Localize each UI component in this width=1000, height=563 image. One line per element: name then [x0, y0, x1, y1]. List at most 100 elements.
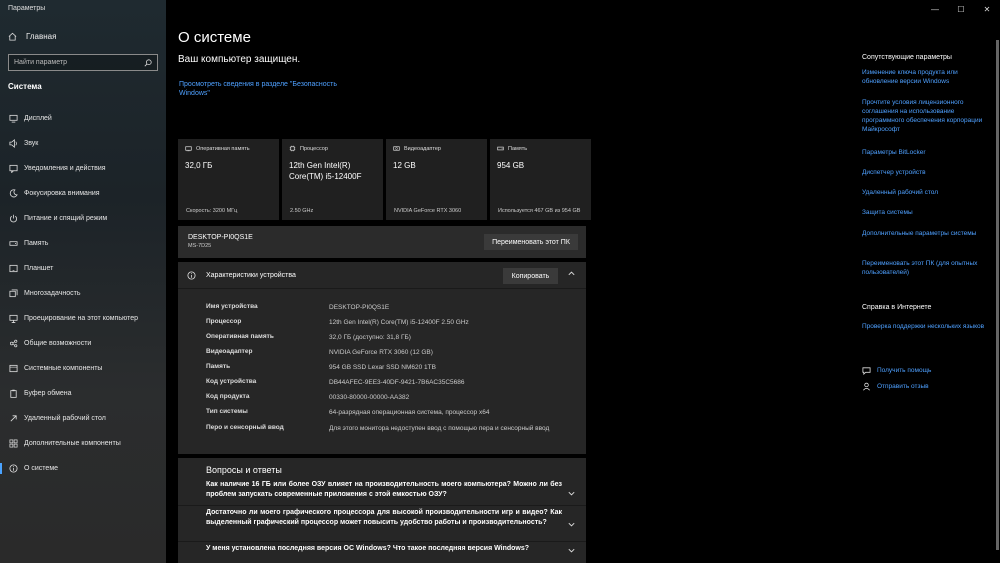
- sidebar-item-display[interactable]: Дисплей: [0, 106, 166, 131]
- close-button[interactable]: ✕: [974, 0, 1000, 18]
- sidebar-item-clipboard[interactable]: Буфер обмена: [0, 381, 166, 406]
- rename-pc-button[interactable]: Переименовать этот ПК: [484, 234, 578, 250]
- related-link[interactable]: Диспетчер устройств: [862, 168, 990, 177]
- chevron-down-icon[interactable]: [567, 489, 576, 498]
- spec-key: Память: [206, 363, 231, 370]
- spec-key: Процессор: [206, 318, 242, 325]
- spec-value: DB44AFEC-9EE3-40DF-9421-7B6AC35C5686: [329, 379, 465, 386]
- spec-row: Процессор 12th Gen Intel(R) Core(TM) i5-…: [206, 318, 569, 327]
- sidebar-item-notifications[interactable]: Уведомления и действия: [0, 156, 166, 181]
- spec-key: Код продукта: [206, 393, 250, 400]
- sidebar-item-about[interactable]: О системе: [0, 456, 166, 481]
- tablet-icon: [8, 264, 18, 274]
- sidebar: Параметры Главная Найти параметр Система…: [0, 0, 166, 563]
- maximize-button[interactable]: ☐: [948, 0, 974, 18]
- chevron-up-icon[interactable]: [567, 269, 576, 278]
- sidebar-item-label: Планшет: [24, 265, 54, 272]
- faq-question[interactable]: У меня установлена последняя версия ОС W…: [206, 544, 562, 554]
- security-link[interactable]: Просмотреть сведения в разделе "Безопасн…: [179, 80, 359, 98]
- spec-row: Оперативная память 32,0 ГБ (доступно: 31…: [206, 333, 569, 342]
- sidebar-item-label: Фокусировка внимания: [24, 190, 100, 197]
- get-help-link[interactable]: Получить помощь: [862, 366, 931, 375]
- home-link[interactable]: Главная: [8, 32, 56, 41]
- protection-status: Ваш компьютер защищен.: [178, 54, 301, 65]
- components-icon: [8, 364, 18, 374]
- moon-icon: [8, 189, 18, 199]
- related-link[interactable]: Переименовать этот ПК (для опытных польз…: [862, 259, 990, 277]
- storage-icon: [8, 239, 18, 249]
- sidebar-item-multitasking[interactable]: Многозадачность: [0, 281, 166, 306]
- device-specs-panel: Характеристики устройства Копировать Имя…: [178, 262, 586, 454]
- sidebar-item-projecting[interactable]: Проецирование на этот компьютер: [0, 306, 166, 331]
- spec-key: Тип системы: [206, 408, 248, 415]
- info-icon: [187, 270, 196, 280]
- card-header: Процессор: [289, 145, 376, 152]
- divider: [178, 505, 586, 506]
- scrollbar[interactable]: [996, 40, 999, 550]
- monitor-icon: [8, 114, 18, 124]
- cpu-card: Процессор 12th Gen Intel(R) Core(TM) i5-…: [282, 139, 383, 220]
- faq-panel: Вопросы и ответы Как наличие 16 ГБ или б…: [178, 458, 586, 563]
- faq-question[interactable]: Как наличие 16 ГБ или более ОЗУ влияет н…: [206, 480, 562, 500]
- help-title: Справка в Интернете: [862, 304, 932, 311]
- gpu-card: Видеоадаптер 12 GB NVIDIA GeForce RTX 30…: [386, 139, 487, 220]
- spec-value: 32,0 ГБ (доступно: 31,8 ГБ): [329, 334, 411, 341]
- power-icon: [8, 214, 18, 224]
- card-subtext: Скорость: 3200 МГц: [186, 208, 238, 214]
- sidebar-item-storage[interactable]: Память: [0, 231, 166, 256]
- sidebar-item-label: Уведомления и действия: [24, 165, 106, 172]
- card-header-label: Видеоадаптер: [404, 145, 441, 152]
- card-value: 12th Gen Intel(R) Core(TM) i5-12400F: [289, 161, 362, 181]
- sidebar-item-label: Проецирование на этот компьютер: [24, 315, 138, 322]
- related-link[interactable]: Удаленный рабочий стол: [862, 188, 990, 197]
- notification-icon: [8, 164, 18, 174]
- ram-icon: [185, 146, 192, 152]
- spec-row: Перо и сенсорный ввод Для этого монитора…: [206, 424, 569, 433]
- sidebar-item-label: О системе: [24, 465, 59, 472]
- page-title: О системе: [178, 29, 251, 46]
- cpu-icon: [289, 145, 296, 152]
- storage-card: Память 954 GB Используется 467 GB из 954…: [490, 139, 591, 220]
- gpu-icon: [393, 146, 400, 151]
- faq-question[interactable]: Достаточно ли моего графического процесс…: [206, 508, 562, 528]
- pc-name-bar: DESKTOP-PI0QS1E MS-7D25 Переименовать эт…: [178, 226, 586, 258]
- clipboard-icon: [8, 389, 18, 399]
- copy-button[interactable]: Копировать: [503, 268, 558, 284]
- related-link[interactable]: Изменение ключа продукта или обновление …: [862, 68, 990, 86]
- spec-key: Код устройства: [206, 378, 257, 385]
- related-title: Сопутствующие параметры: [862, 54, 952, 61]
- card-subtext: 2.50 GHz: [290, 208, 314, 214]
- spec-value: 64-разрядная операционная система, проце…: [329, 409, 490, 416]
- related-link[interactable]: Прочтите условия лицензионного соглашени…: [862, 98, 990, 134]
- sidebar-item-sound[interactable]: Звук: [0, 131, 166, 156]
- help-link[interactable]: Проверка поддержки нескольких языков: [862, 322, 990, 331]
- chevron-down-icon[interactable]: [567, 546, 576, 555]
- search-placeholder: Найти параметр: [14, 59, 67, 66]
- spec-row: Видеоадаптер NVIDIA GeForce RTX 3060 (12…: [206, 348, 569, 357]
- speaker-icon: [8, 139, 18, 149]
- related-link[interactable]: Дополнительные параметры системы: [862, 229, 990, 238]
- sidebar-item-components[interactable]: Системные компоненты: [0, 356, 166, 381]
- card-header: Видеоадаптер: [393, 145, 480, 152]
- help-chat-icon: [862, 367, 871, 375]
- minimize-button[interactable]: —: [922, 0, 948, 18]
- card-header-label: Оперативная память: [196, 145, 250, 152]
- card-header-label: Память: [508, 145, 528, 152]
- sidebar-item-shared[interactable]: Общие возможности: [0, 331, 166, 356]
- spec-key: Имя устройства: [206, 303, 258, 310]
- related-link[interactable]: Параметры BitLocker: [862, 148, 990, 157]
- sidebar-item-focus[interactable]: Фокусировка внимания: [0, 181, 166, 206]
- chevron-down-icon[interactable]: [567, 520, 576, 529]
- related-link[interactable]: Защита системы: [862, 208, 990, 217]
- sidebar-item-optional-features[interactable]: Дополнительные компоненты: [0, 431, 166, 456]
- card-subtext: Используется 467 GB из 954 GB: [498, 208, 581, 214]
- shared-icon: [8, 339, 18, 349]
- spec-value: NVIDIA GeForce RTX 3060 (12 GB): [329, 349, 433, 356]
- sidebar-item-remote-desktop[interactable]: Удаленный рабочий стол: [0, 406, 166, 431]
- sidebar-item-tablet[interactable]: Планшет: [0, 256, 166, 281]
- specs-title: Характеристики устройства: [206, 271, 296, 279]
- sidebar-item-power[interactable]: Питание и спящий режим: [0, 206, 166, 231]
- feedback-link[interactable]: Отправить отзыв: [862, 382, 929, 391]
- search-input[interactable]: Найти параметр: [8, 54, 158, 71]
- card-value: 12 GB: [393, 161, 416, 170]
